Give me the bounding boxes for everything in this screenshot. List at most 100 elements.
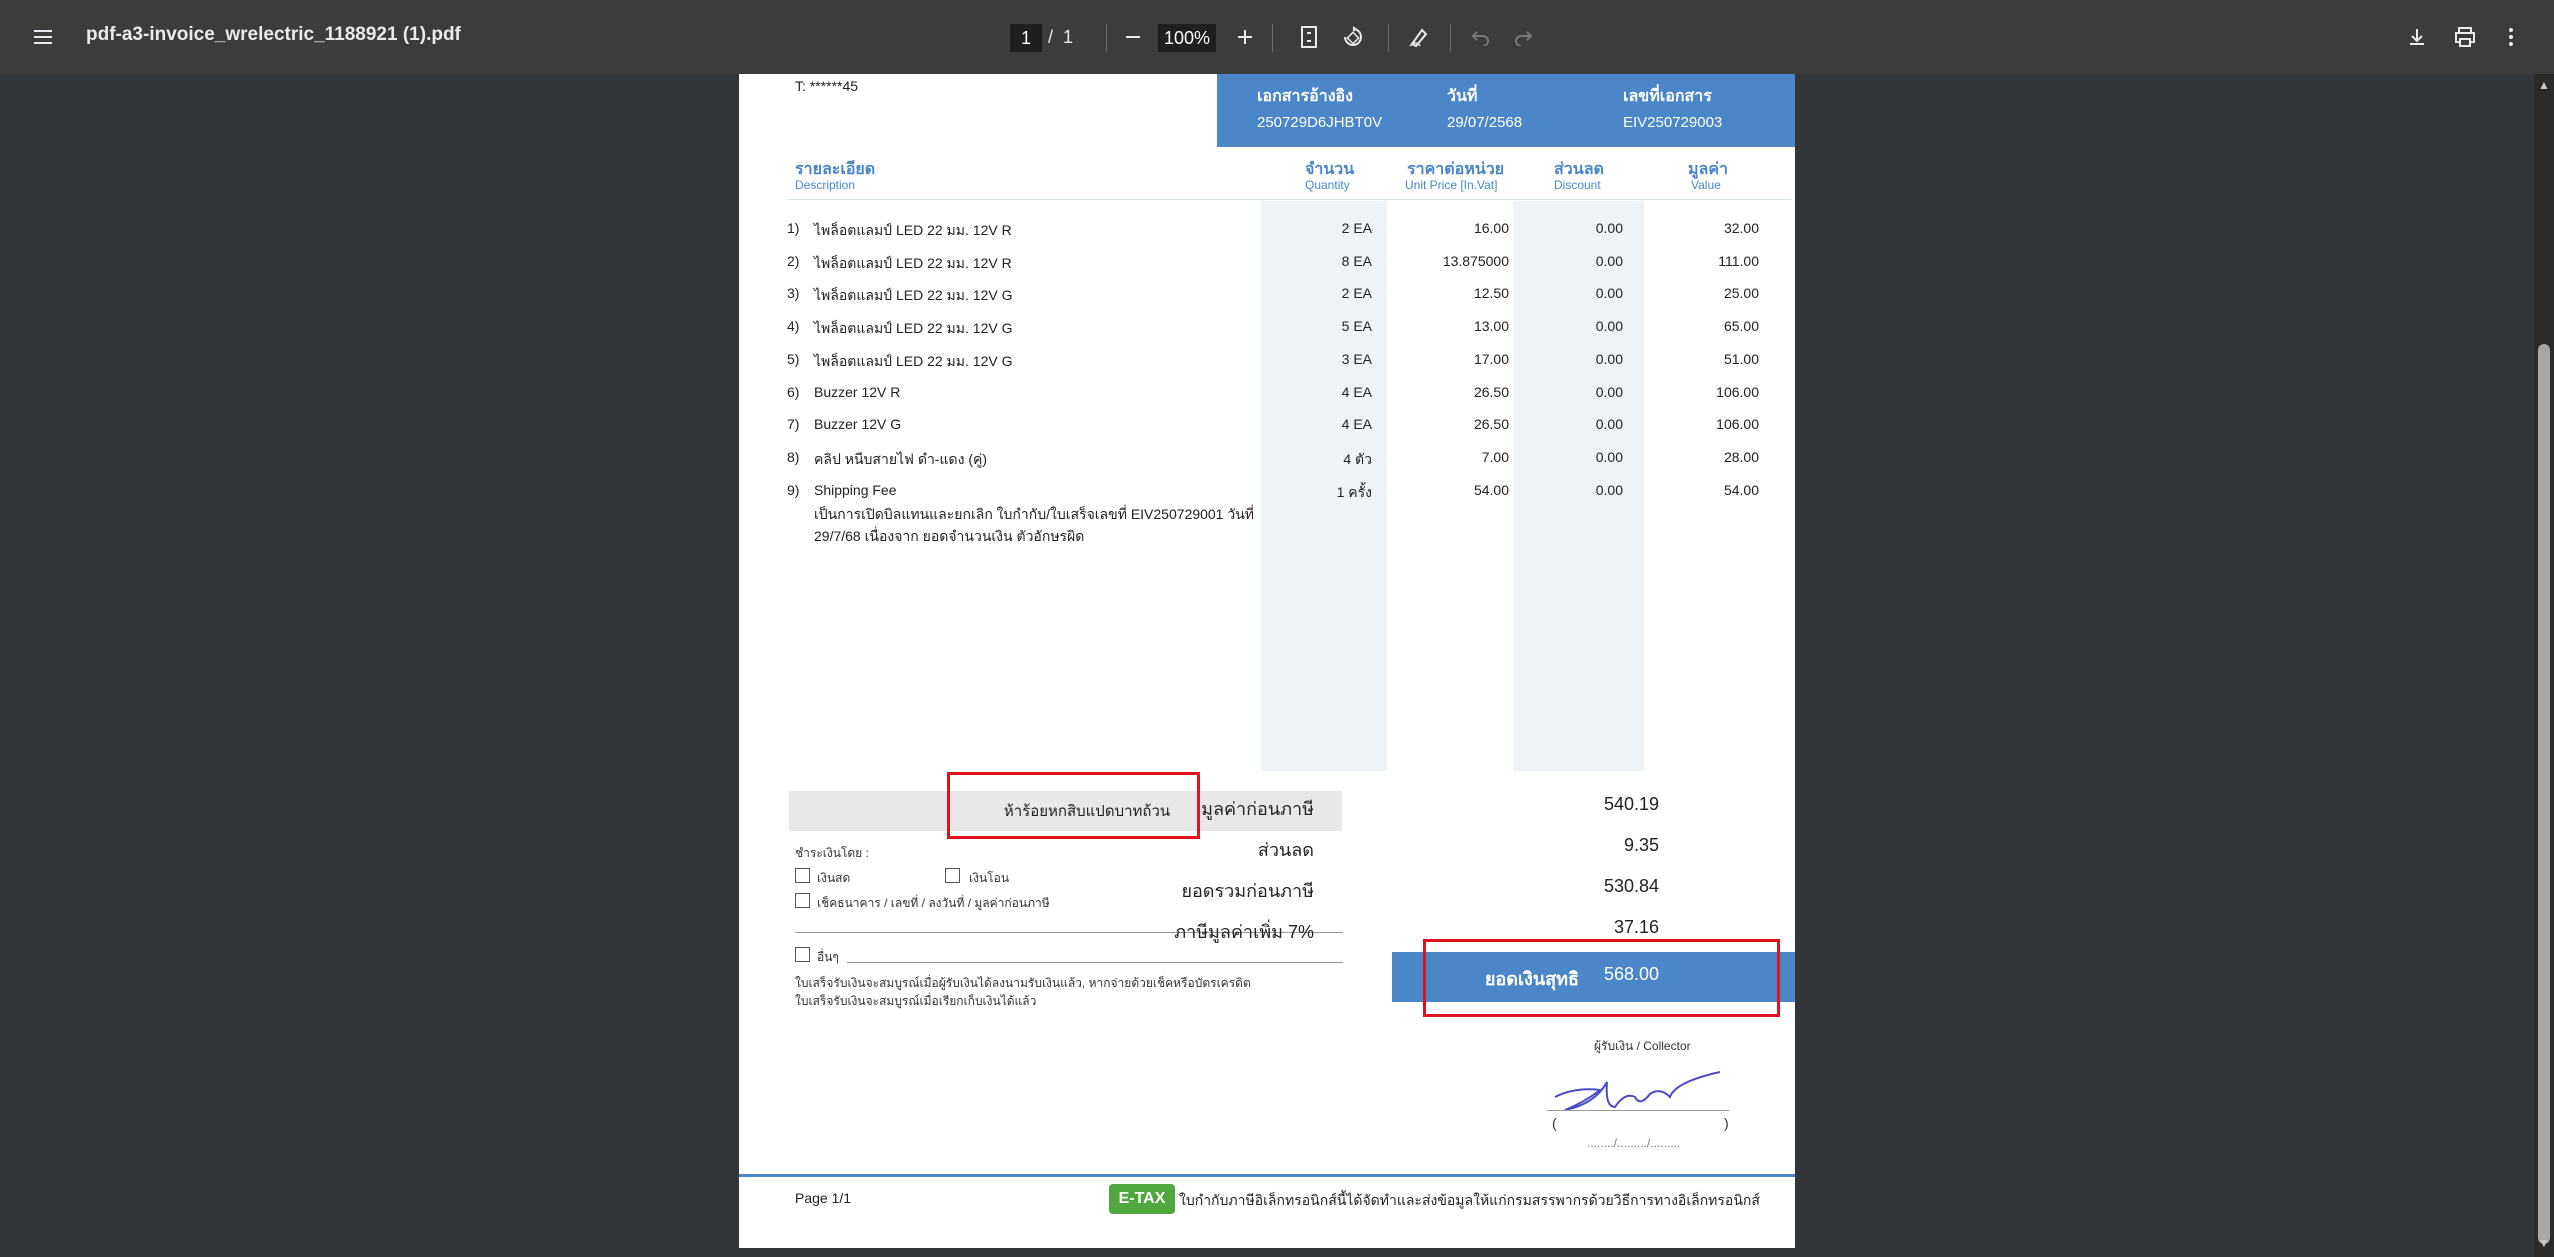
header-quantity-en: Quantity	[1305, 178, 1350, 192]
etax-logo-text: E-TAX	[1118, 1190, 1166, 1207]
print-icon[interactable]	[2450, 22, 2480, 52]
item-quantity: 2 EA	[1341, 220, 1372, 236]
item-value: 51.00	[1723, 351, 1759, 367]
more-options-icon[interactable]	[2496, 22, 2526, 52]
pdf-toolbar: pdf-a3-invoice_wrelectric_1188921 (1).pd…	[0, 0, 2554, 74]
vat-value: 37.16	[1613, 917, 1659, 937]
cash-checkbox[interactable]	[795, 868, 810, 883]
transfer-label: เงินโอน	[969, 871, 1010, 885]
redo-icon[interactable]	[1508, 22, 1538, 52]
item-value: 54.00	[1723, 482, 1759, 498]
payment-label: ชำระเงินโดย :	[795, 846, 869, 860]
header-value-en: Value	[1691, 178, 1721, 192]
item-quantity: 4 EA	[1341, 416, 1372, 432]
cheque-checkbox[interactable]	[795, 893, 810, 908]
item-discount: 0.00	[1595, 482, 1623, 498]
cancellation-note-line-1: เป็นการเปิดบิลแทนและยกเลิก ใบกำกับ/ใบเสร…	[814, 506, 1255, 522]
toolbar-divider	[1388, 24, 1389, 52]
item-description: Buzzer 12V G	[814, 416, 902, 432]
receipt-note-1: ใบเสร็จรับเงินจะสมบูรณ์เมื่อผู้รับเงินได…	[795, 976, 1251, 990]
item-quantity: 3 EA	[1341, 351, 1372, 367]
page-number-input[interactable]: 1	[1010, 24, 1042, 52]
item-quantity: 5 EA	[1341, 318, 1372, 334]
phone-number: T: ******45	[795, 78, 859, 94]
pdf-page: T: ******45 เอกสารอ้างอิง 250729D6JHBT0V…	[739, 74, 1795, 1248]
item-discount: 0.00	[1595, 351, 1623, 367]
vat-label: ภาษีมูลค่าเพิ่ม 7%	[1174, 922, 1314, 942]
table-row: 5) ไพล็อตแลมป์ LED 22 มม. 12V G 3 EA 17.…	[739, 351, 1795, 373]
toolbar-divider	[1450, 24, 1451, 52]
rotate-icon[interactable]	[1338, 22, 1368, 52]
item-unit-price: 13.00	[1473, 318, 1509, 334]
item-unit-price: 54.00	[1473, 482, 1509, 498]
item-quantity: 4 ตัว	[1343, 451, 1372, 467]
subtotal-label: ยอดรวมก่อนภาษี	[1181, 881, 1314, 901]
ref-doc-value: 250729D6JHBT0V	[1257, 114, 1383, 131]
signature-date-blank: ......../........./.........	[1587, 1136, 1681, 1150]
subtotal-value: 530.84	[1603, 876, 1659, 896]
signature-line	[1547, 1110, 1729, 1111]
discount-label: ส่วนลด	[1257, 840, 1314, 860]
item-quantity: 1 ครั้ง	[1336, 484, 1372, 500]
item-value: 106.00	[1716, 416, 1759, 432]
item-quantity: 2 EA	[1341, 285, 1372, 301]
scrollbar-thumb[interactable]	[2538, 344, 2550, 1244]
header-price-en: Unit Price [In.Vat]	[1405, 178, 1498, 192]
item-value: 65.00	[1723, 318, 1759, 334]
cancellation-note-line-2: 29/7/68 เนื่องจาก ยอดจำนวนเงิน ตัวอักษรผ…	[814, 528, 1085, 544]
cash-label: เงินสด	[817, 871, 851, 885]
doc-no-value: EIV250729003	[1623, 114, 1723, 131]
zoom-level-input[interactable]: 100%	[1158, 24, 1216, 52]
page-separator: /	[1048, 27, 1054, 47]
item-discount: 0.00	[1595, 416, 1623, 432]
vertical-scrollbar[interactable]: ▲ ▼	[2534, 74, 2554, 1257]
pre-tax-value: 540.19	[1603, 794, 1659, 814]
header-discount-en: Discount	[1554, 178, 1601, 192]
toolbar-divider	[1106, 24, 1107, 52]
menu-icon[interactable]	[28, 22, 58, 52]
item-discount: 0.00	[1595, 384, 1623, 400]
cheque-label: เช็คธนาคาร / เลขที่ / ลงวันที่ / มูลค่าก…	[817, 896, 1050, 910]
transfer-checkbox[interactable]	[945, 868, 960, 883]
zoom-in-icon[interactable]	[1230, 22, 1260, 52]
fit-page-icon[interactable]	[1294, 22, 1324, 52]
scroll-down-icon[interactable]: ▼	[2538, 1236, 2550, 1250]
other-label: อื่นๆ	[817, 950, 839, 964]
doc-no-label: เลขที่เอกสาร	[1623, 88, 1712, 105]
item-value: 111.00	[1718, 253, 1759, 269]
item-quantity: 8 EA	[1341, 253, 1372, 269]
etax-statement: ใบกำกับภาษีอิเล็กทรอนิกส์นี้ได้จัดทำและส…	[1179, 1192, 1760, 1208]
item-discount: 0.00	[1595, 449, 1623, 465]
total-pages: 1	[1063, 27, 1074, 47]
header-description-en: Description	[795, 178, 856, 192]
table-row: 8) คลิป หนีบสายไฟ ดำ-แดง (คู่) 4 ตัว 7.0…	[739, 449, 1795, 471]
zoom-out-icon[interactable]	[1118, 22, 1148, 52]
other-checkbox[interactable]	[795, 947, 810, 962]
download-icon[interactable]	[2402, 22, 2432, 52]
item-number: 5)	[787, 351, 800, 367]
item-discount: 0.00	[1595, 253, 1623, 269]
table-row: 7) Buzzer 12V G 4 EA 26.50 0.00 106.00	[739, 416, 1795, 438]
item-discount: 0.00	[1595, 318, 1623, 334]
item-unit-price: 7.00	[1481, 449, 1509, 465]
item-number: 3)	[787, 285, 800, 301]
item-value: 28.00	[1723, 449, 1759, 465]
item-description: ไพล็อตแลมป์ LED 22 มม. 12V R	[814, 255, 1012, 271]
item-number: 9)	[787, 482, 800, 498]
page-label: Page 1/1	[795, 1190, 852, 1206]
annotate-pen-icon[interactable]	[1404, 22, 1434, 52]
collector-signature	[1554, 1071, 1721, 1111]
footer-rule	[739, 1174, 1795, 1177]
toolbar-divider	[1272, 24, 1273, 52]
item-number: 4)	[787, 318, 800, 334]
item-value: 32.00	[1723, 220, 1759, 236]
table-row: 6) Buzzer 12V R 4 EA 26.50 0.00 106.00	[739, 384, 1795, 406]
item-quantity: 4 EA	[1341, 384, 1372, 400]
item-discount: 0.00	[1595, 220, 1623, 236]
scroll-up-icon[interactable]: ▲	[2538, 78, 2550, 92]
item-value: 106.00	[1716, 384, 1759, 400]
item-number: 8)	[787, 449, 800, 465]
page-total: / 1	[1048, 27, 1073, 48]
undo-icon[interactable]	[1466, 22, 1496, 52]
item-value: 25.00	[1723, 285, 1759, 301]
